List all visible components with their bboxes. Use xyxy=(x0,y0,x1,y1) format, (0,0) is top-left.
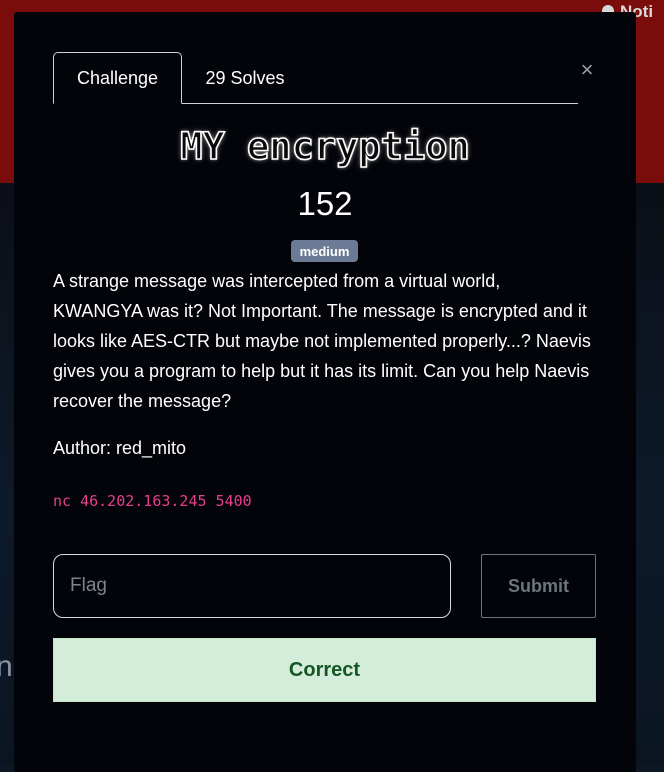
tab-challenge[interactable]: Challenge xyxy=(53,52,182,104)
close-icon[interactable]: × xyxy=(576,59,598,81)
flag-input[interactable] xyxy=(53,554,451,618)
challenge-author: Author: red_mito xyxy=(53,438,187,458)
submit-button[interactable]: Submit xyxy=(481,554,596,618)
challenge-modal: Challenge 29 Solves × MY encryption 152 … xyxy=(14,12,636,772)
result-alert: Correct xyxy=(53,638,596,702)
challenge-points: 152 xyxy=(297,185,353,222)
connection-command: nc 46.202.163.245 5400 xyxy=(53,492,252,510)
background-partial-text: n xyxy=(0,650,13,683)
challenge-title: MY encryption xyxy=(179,124,470,169)
tab-solves[interactable]: 29 Solves xyxy=(188,52,302,104)
difficulty-badge: medium xyxy=(291,240,358,262)
challenge-tabs: Challenge 29 Solves xyxy=(53,52,578,104)
challenge-description: A strange message was intercepted from a… xyxy=(53,271,591,411)
